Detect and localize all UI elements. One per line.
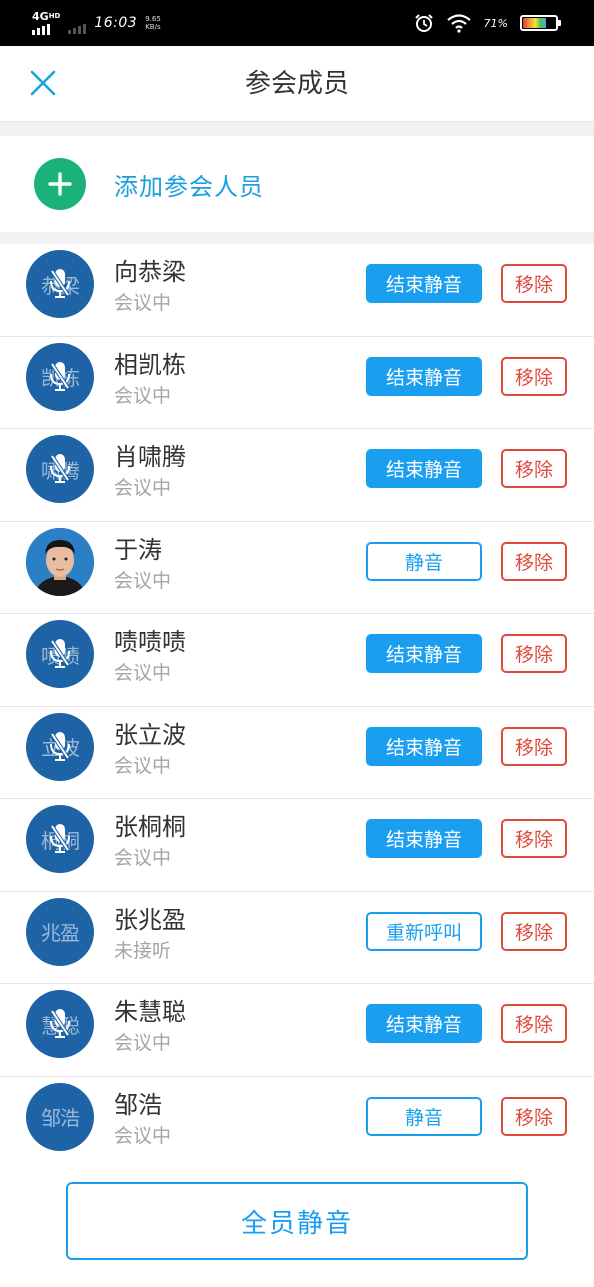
unmute-button[interactable]: 结束静音	[366, 1004, 482, 1043]
avatar: 啧啧	[26, 620, 94, 688]
network-type: 4GHD	[32, 10, 61, 23]
member-row: 于涛会议中 静音 移除	[0, 522, 594, 614]
battery-icon	[520, 15, 561, 31]
alarm-icon	[414, 14, 433, 32]
avatar	[26, 527, 94, 596]
battery-percent: 71%	[483, 16, 508, 30]
avatar: 兆盈	[26, 897, 94, 966]
avatar: 啸腾	[26, 435, 94, 503]
member-status: 会议中	[114, 754, 172, 777]
remove-button[interactable]: 移除	[501, 726, 567, 766]
member-name: 相凯栋	[114, 350, 186, 379]
unmute-button[interactable]: 结束静音	[366, 726, 482, 766]
close-icon	[30, 70, 56, 96]
member-name: 张桐桐	[114, 813, 186, 841]
avatar: 凯栋	[26, 342, 94, 411]
member-row: 慧聪朱慧聪会议中 结束静音移除	[0, 984, 594, 1077]
member-name: 邹浩	[114, 1090, 162, 1119]
member-row: 桐桐张桐桐会议中 结束静音移除	[0, 799, 594, 892]
avatar: 桐桐	[26, 805, 94, 873]
member-row: 恭梁向恭梁会议中 结束静音移除	[0, 244, 594, 337]
member-status: 会议中	[114, 292, 172, 314]
signal-icon	[32, 23, 50, 35]
avatar: 立波	[26, 712, 94, 781]
member-name: 张立波	[114, 720, 186, 749]
add-member-button[interactable]: 添加参会人员	[0, 136, 594, 232]
wifi-icon	[446, 14, 471, 33]
remove-button[interactable]: 移除	[501, 634, 567, 673]
status-left: 4GHD 16:03 9.65 KB/s	[32, 10, 161, 36]
member-status: 会议中	[114, 384, 172, 407]
network-indicator: 4GHD	[32, 11, 60, 35]
member-status: 会议中	[114, 1124, 172, 1147]
member-row: 啧啧啧啧啧会议中结束静音移除	[0, 614, 594, 707]
member-status: 会议中	[114, 662, 172, 684]
section-divider	[0, 122, 594, 136]
member-name: 张兆盈	[114, 905, 186, 934]
mute-button[interactable]: 静音	[366, 1096, 482, 1136]
mute-button[interactable]: 静音	[366, 541, 482, 581]
member-status: 会议中	[114, 847, 172, 869]
remove-button[interactable]: 移除	[501, 449, 567, 488]
unmute-button[interactable]: 结束静音	[366, 264, 482, 303]
battery-level	[523, 18, 546, 28]
member-row: 凯栋相凯栋会议中 结束静音移除	[0, 337, 594, 429]
avatar: 恭梁	[26, 250, 94, 318]
page-title: 参会成员	[244, 69, 349, 99]
avatar: 慧聪	[26, 990, 94, 1058]
remove-button[interactable]: 移除	[501, 911, 567, 951]
member-name: 于涛	[114, 535, 162, 564]
remove-button[interactable]: 移除	[501, 819, 567, 858]
mute-all-button[interactable]: 全员静音	[66, 1182, 528, 1260]
section-divider	[0, 232, 594, 244]
member-name: 肖啸腾	[114, 443, 186, 471]
member-name: 朱慧聪	[114, 998, 186, 1026]
plus-circle-icon	[34, 158, 86, 210]
member-list: 恭梁向恭梁会议中结束静音移除凯栋相凯栋会议中结束静音移除啸腾肖啸腾会议中结束静音…	[0, 244, 594, 1169]
avatar-initials: 兆盈	[41, 921, 80, 945]
clock: 16:03	[94, 15, 138, 31]
avatar-initials: 邹浩	[41, 1106, 80, 1130]
member-row: 邹浩 邹浩 会议中 静音 移除	[0, 1077, 594, 1170]
remove-button[interactable]: 移除	[501, 1096, 567, 1136]
unmute-button[interactable]: 结束静音	[366, 819, 482, 858]
network-speed: 9.65 KB/s	[145, 15, 161, 31]
member-status: 会议中	[114, 1032, 172, 1054]
member-row: 啸腾肖啸腾会议中 结束静音移除	[0, 429, 594, 522]
member-status: 会议中	[114, 569, 172, 592]
avatar: 邹浩	[26, 1082, 94, 1151]
member-row: 兆盈 张兆盈未接听 重新呼叫 移除	[0, 892, 594, 984]
status-bar: 4GHD 16:03 9.65 KB/s 71%	[0, 0, 594, 46]
add-member-label: 添加参会人员	[114, 172, 264, 201]
status-right: 71%	[414, 10, 561, 36]
remove-button[interactable]: 移除	[501, 1004, 567, 1043]
recall-button[interactable]: 重新呼叫	[366, 911, 482, 951]
member-name: 向恭梁	[114, 258, 186, 286]
unmute-button[interactable]: 结束静音	[366, 634, 482, 673]
remove-button[interactable]: 移除	[501, 356, 567, 396]
member-name: 啧啧啧	[114, 628, 186, 656]
unmute-button[interactable]: 结束静音	[366, 449, 482, 488]
unmute-button[interactable]: 结束静音	[366, 356, 482, 396]
member-row: 立波张立波会议中 结束静音移除	[0, 707, 594, 799]
member-status: 未接听	[114, 939, 172, 962]
nav-bar: 参会成员	[0, 46, 594, 122]
remove-button[interactable]: 移除	[501, 264, 567, 303]
member-status: 会议中	[114, 477, 172, 499]
close-button[interactable]	[24, 64, 62, 102]
remove-button[interactable]: 移除	[501, 541, 567, 581]
signal-secondary-icon	[68, 22, 87, 34]
